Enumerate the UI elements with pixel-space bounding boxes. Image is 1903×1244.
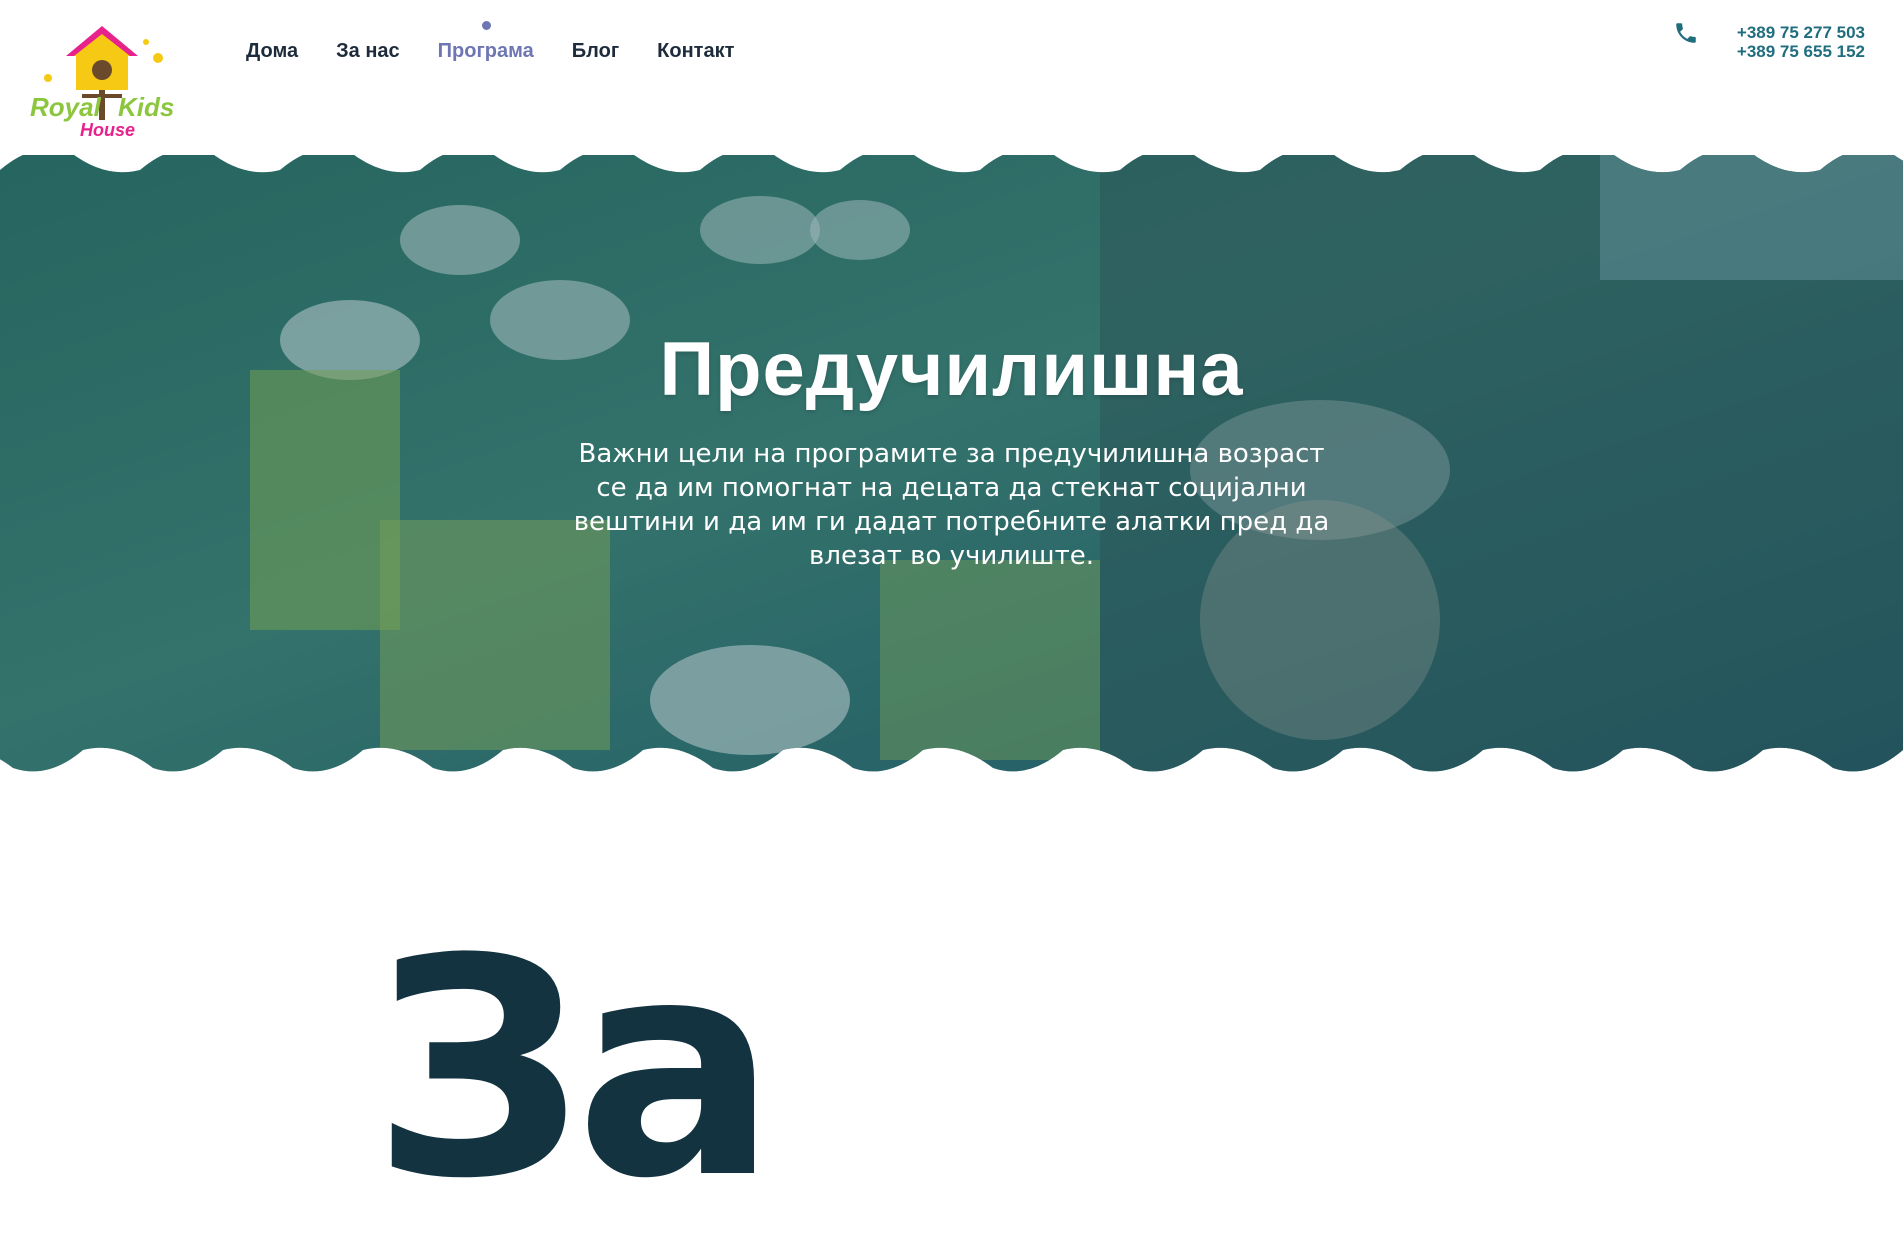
logo-text-royal: Royal bbox=[30, 92, 101, 122]
logo-text-kids: Kids bbox=[118, 92, 175, 122]
nav-item-label: Програма bbox=[437, 40, 534, 62]
nav-item-label: Контакт bbox=[657, 40, 735, 62]
active-indicator-dot bbox=[481, 21, 491, 30]
phone-number-2[interactable]: +389 75 655 152 bbox=[1737, 42, 1865, 61]
hero-banner: Предучилишна Важни цели на програмите за… bbox=[0, 140, 1903, 780]
contact-phones: +389 75 277 503 +389 75 655 152 bbox=[1737, 23, 1865, 61]
main-nav: Дома За нас Програма Блог Контакт bbox=[246, 21, 772, 65]
royal-kids-house-logo[interactable]: Royal Kids House bbox=[28, 18, 176, 142]
section-heading: За bbox=[372, 895, 778, 1244]
phone-number-1[interactable]: +389 75 277 503 bbox=[1737, 23, 1865, 42]
hero-content: Предучилишна Важни цели на програмите за… bbox=[0, 326, 1903, 573]
nav-item-contact[interactable]: Контакт bbox=[657, 38, 734, 65]
nav-item-label: Блог bbox=[571, 40, 620, 62]
nav-item-program[interactable]: Програма bbox=[437, 21, 534, 65]
hero-title: Предучилишна bbox=[659, 327, 1244, 412]
nav-item-label: Дома bbox=[246, 40, 299, 62]
nav-item-blog[interactable]: Блог bbox=[572, 38, 619, 65]
logo-text-house: House bbox=[80, 120, 136, 140]
nav-item-label: За нас bbox=[336, 40, 400, 62]
hero-description: Важни цели на програмите за предучилишна… bbox=[573, 439, 1330, 571]
site-header: Royal Kids House Дома За нас Програма Бл… bbox=[0, 0, 1903, 155]
nav-item-about[interactable]: За нас bbox=[336, 38, 400, 65]
nav-item-home[interactable]: Дома bbox=[246, 38, 298, 65]
phone-icon bbox=[1673, 20, 1699, 46]
